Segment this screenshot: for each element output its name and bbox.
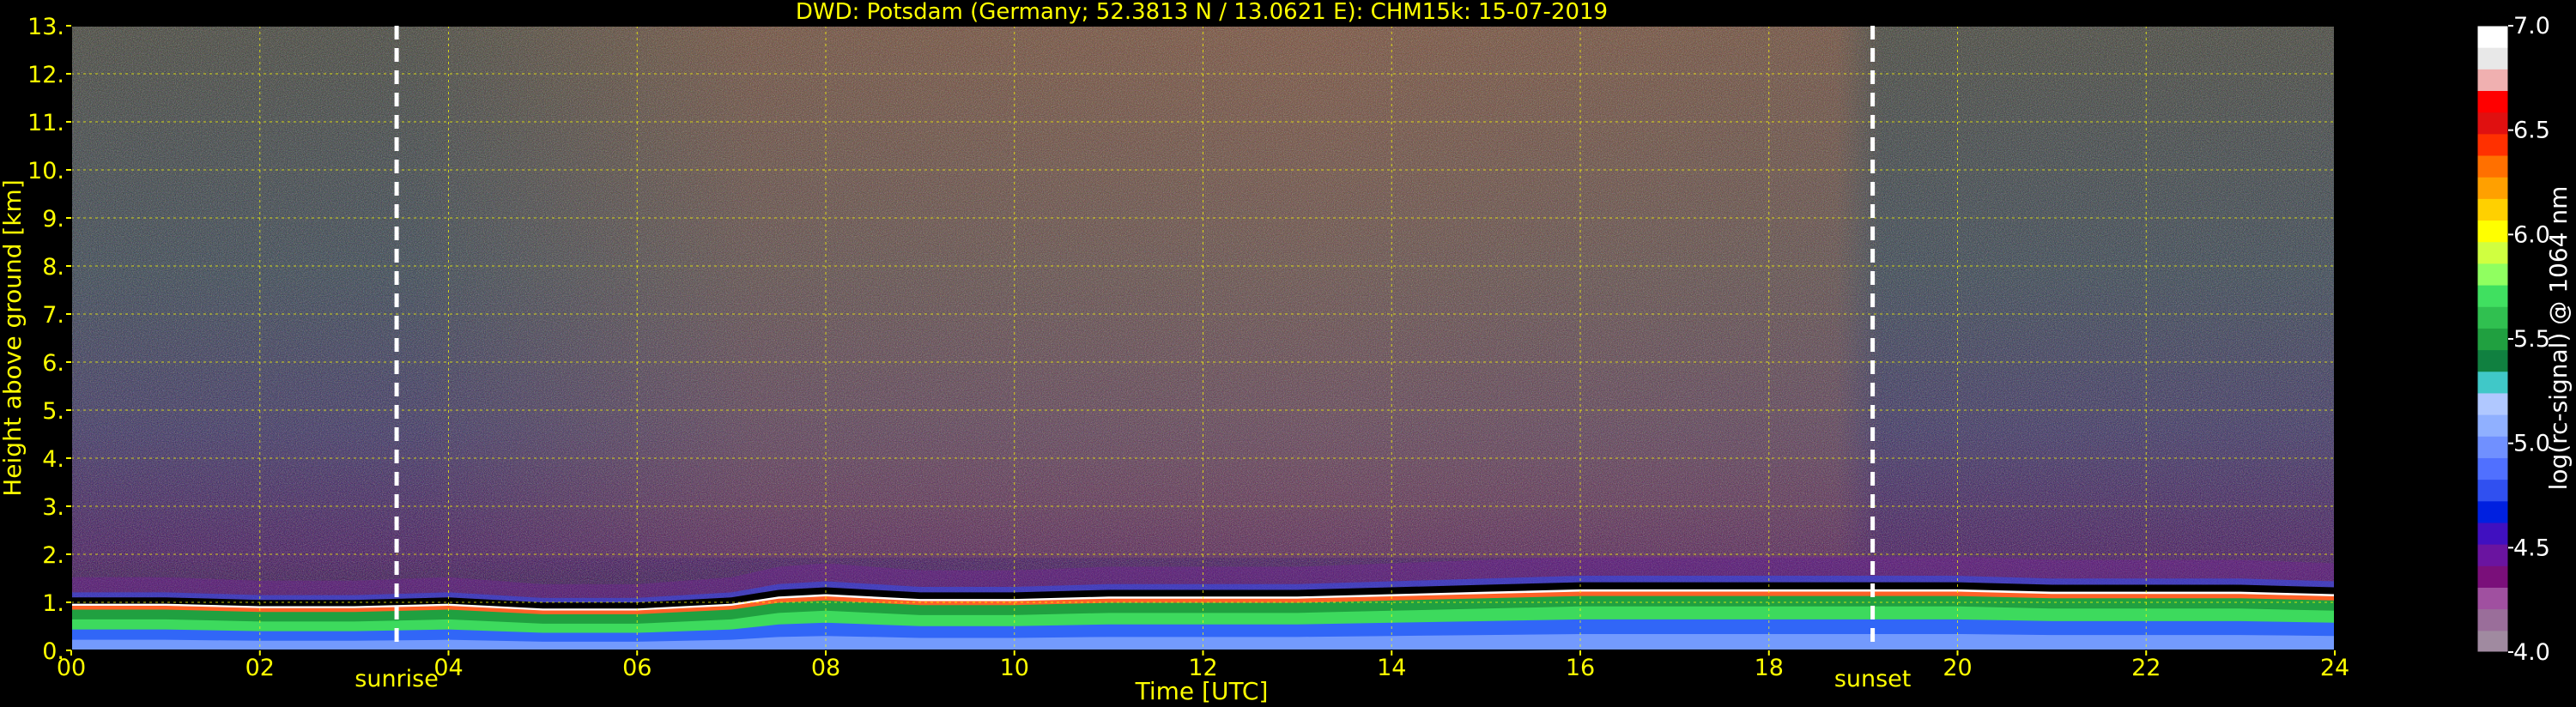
y-tick-label: 9. [42,206,64,233]
colorbar-swatch [2477,414,2508,437]
colorbar-swatch [2477,306,2508,329]
x-tick-label: 06 [622,655,652,681]
x-tick-label: 16 [1566,655,1595,681]
y-tick-label: 8. [42,254,64,281]
colorbar-swatch [2477,263,2508,286]
colorbar-swatch [2477,241,2508,264]
colorbar-swatch [2477,349,2508,372]
colorbar-swatch [2477,133,2508,156]
y-tick-label: 6. [42,350,64,377]
colorbar-swatch [2477,522,2508,545]
colorbar-swatch [2477,565,2508,588]
colorbar-tick-label: 4.5 [2513,535,2550,561]
colorbar: 4.04.55.05.56.06.57.0 [2476,13,2550,666]
colorbar-swatch [2477,328,2508,351]
colorbar-swatch [2477,155,2508,178]
y-tick-label: 2. [42,542,64,569]
y-axis-label: Height above ground [km] [0,179,27,497]
colorbar-swatch [2477,198,2508,221]
colorbar-swatch [2477,608,2508,631]
x-tick-label: 08 [811,655,840,681]
colorbar-swatch [2477,285,2508,307]
y-tick-label: 11. [27,110,64,136]
colorbar-label: log(rc-signal) @ 1064 nm [2544,186,2573,491]
colorbar-swatch [2477,479,2508,502]
colorbar-swatch [2477,112,2508,135]
sunrise-label: sunrise [355,666,439,692]
colorbar-tick-label: 4.0 [2513,639,2550,666]
colorbar-swatch [2477,630,2508,653]
sunset-label: sunset [1834,666,1912,692]
y-tick-label: 5. [42,398,64,425]
colorbar-swatch [2477,587,2508,610]
colorbar-swatch [2477,500,2508,523]
colorbar-swatch [2477,90,2508,113]
x-tick-label: 14 [1377,655,1406,681]
colorbar-swatch [2477,69,2508,92]
y-tick-label: 7. [42,302,64,329]
x-tick-label: 20 [1943,655,1972,681]
colorbar-swatch [2477,544,2508,566]
x-tick-label: 18 [1755,655,1784,681]
y-tick-label: 10. [27,158,64,184]
x-tick-label: 04 [433,655,463,681]
x-axis-label: Time [UTC] [1135,677,1269,705]
chart-title: DWD: Potsdam (Germany; 52.3813 N / 13.06… [796,0,1608,25]
y-tick-label: 3. [42,494,64,521]
x-tick-label: 22 [2131,655,2161,681]
colorbar-swatch [2477,457,2508,480]
colorbar-tick-label: 7.0 [2513,13,2550,39]
y-tick-label: 13. [27,14,64,40]
colorbar-swatch [2477,220,2508,243]
y-tick-label: 12. [27,62,64,88]
plot-area: sunrise sunset [70,25,2336,692]
colorbar-swatch [2477,436,2508,458]
y-tick-label: 0. [42,638,64,665]
x-tick-label: 10 [1000,655,1029,681]
y-tick-label: 1. [42,590,64,617]
x-tick-label: 24 [2320,655,2349,681]
colorbar-swatch [2477,371,2508,394]
colorbar-tick-label: 6.5 [2513,118,2550,144]
colorbar-swatch [2477,177,2508,199]
colorbar-swatch [2477,392,2508,415]
x-tick-label: 02 [245,655,275,681]
y-tick-label: 4. [42,446,64,473]
lidar-chart: sunrise sunset 00 02 04 06 08 10 12 14 16 18 20 22 24… [0,0,2573,705]
colorbar-swatch [2477,47,2508,69]
colorbar-swatch [2477,26,2508,48]
